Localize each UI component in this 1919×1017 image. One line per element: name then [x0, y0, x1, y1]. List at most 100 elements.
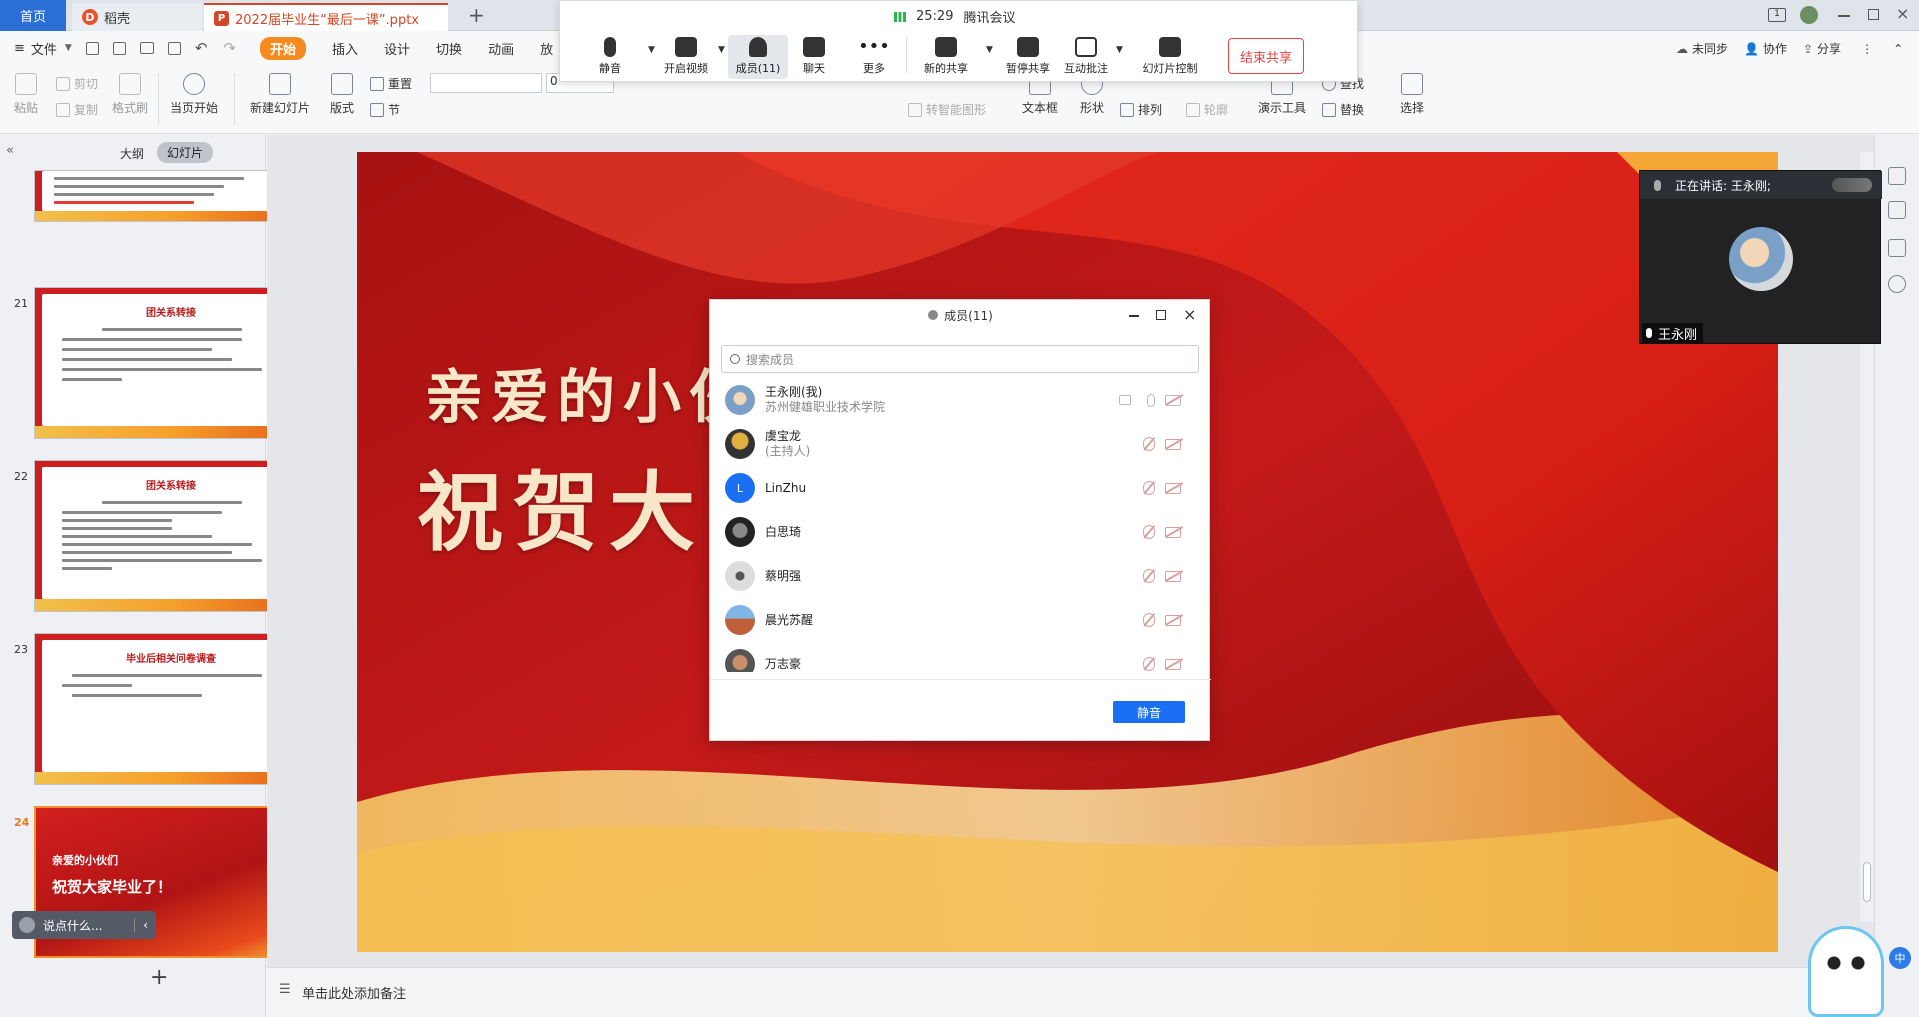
member-row[interactable]: L LinZhu: [725, 466, 1195, 510]
notes-placeholder[interactable]: 单击此处添加备注: [302, 983, 406, 1002]
close-icon[interactable]: ×: [1183, 305, 1196, 324]
save-icon[interactable]: [85, 41, 99, 55]
cut-button[interactable]: 剪切: [56, 75, 98, 92]
collab-button[interactable]: 协作: [1763, 40, 1787, 57]
camera-off-icon[interactable]: [1165, 659, 1181, 670]
select-button[interactable]: 选择: [1394, 73, 1430, 116]
menu-design[interactable]: 设计: [384, 39, 410, 58]
menu-home[interactable]: 开始: [260, 36, 307, 60]
annotate-button[interactable]: 互动批注: [1056, 37, 1116, 76]
end-share-button[interactable]: 结束共享: [1228, 38, 1304, 74]
new-tab-button[interactable]: +: [468, 3, 485, 27]
help-icon[interactable]: [1888, 275, 1906, 293]
camera-off-icon[interactable]: [1165, 438, 1181, 450]
menu-file[interactable]: 文件: [31, 39, 57, 58]
star-icon[interactable]: [1888, 201, 1906, 219]
emoji-icon[interactable]: [19, 917, 35, 933]
microphone-muted-icon[interactable]: [1143, 481, 1155, 495]
members-button[interactable]: 成员(11): [728, 35, 788, 79]
arrange-button[interactable]: 排列: [1120, 101, 1162, 118]
chat-button[interactable]: 聊天: [784, 37, 844, 76]
chevron-down-icon[interactable]: ▼: [986, 45, 993, 55]
paste-button[interactable]: 粘贴: [8, 73, 44, 116]
copy-icon[interactable]: [1888, 239, 1906, 257]
add-slide-button[interactable]: +: [150, 965, 168, 990]
camera-off-icon[interactable]: [1165, 394, 1181, 406]
format-painter-button[interactable]: 格式刷: [108, 73, 152, 116]
chevron-down-icon[interactable]: ▼: [1116, 45, 1123, 55]
microphone-muted-icon[interactable]: [1143, 657, 1155, 671]
collapse-panel-icon[interactable]: «: [6, 143, 14, 158]
speaker-video-panel[interactable]: 正在讲话: 王永刚; 王永刚: [1639, 170, 1882, 344]
layout-button[interactable]: 版式: [324, 73, 360, 116]
menu-slideshow[interactable]: 放: [540, 39, 553, 58]
chevron-left-icon[interactable]: ‹: [134, 918, 148, 932]
mute-all-button[interactable]: 静音: [1113, 701, 1185, 723]
minimize-icon[interactable]: [1838, 15, 1850, 17]
tab-outline[interactable]: 大纲: [120, 145, 144, 162]
tab-daoke[interactable]: D 稻壳: [72, 3, 202, 31]
scroll-thumb[interactable]: [1863, 862, 1871, 902]
menu-animation[interactable]: 动画: [488, 39, 514, 58]
camera-off-icon[interactable]: [1165, 614, 1181, 626]
tab-pptx-file[interactable]: P 2022届毕业生“最后一课”.pptx: [204, 3, 448, 31]
tab-home[interactable]: 首页: [0, 0, 66, 31]
camera-off-icon[interactable]: [1165, 526, 1181, 538]
member-row[interactable]: 万志豪: [725, 642, 1195, 672]
copy-button[interactable]: 复制: [56, 101, 98, 118]
member-row[interactable]: 虞宝龙 (主持人): [725, 422, 1195, 466]
maximize-icon[interactable]: [1156, 310, 1166, 320]
ime-indicator[interactable]: 中: [1889, 947, 1911, 969]
chevron-down-icon[interactable]: ▼: [718, 45, 725, 55]
outline-button[interactable]: 轮廓: [1186, 101, 1228, 118]
search-input[interactable]: 搜索成员: [721, 345, 1199, 373]
microphone-muted-icon[interactable]: [1143, 437, 1155, 451]
minimize-icon[interactable]: [1129, 315, 1139, 317]
camera-off-icon[interactable]: [1165, 482, 1181, 494]
chevron-down-icon[interactable]: ▼: [648, 45, 655, 55]
slide-control-button[interactable]: 幻灯片控制: [1128, 37, 1212, 76]
member-row[interactable]: 晨光苏醒: [725, 598, 1195, 642]
microphone-muted-icon[interactable]: [1143, 569, 1155, 583]
member-row[interactable]: 王永刚(我) 苏州健雄职业技术学院: [725, 378, 1195, 422]
panda-mascot-icon[interactable]: [1808, 926, 1884, 1017]
start-video-button[interactable]: 开启视频: [656, 37, 716, 76]
mute-button[interactable]: 静音: [580, 37, 640, 76]
menu-transition[interactable]: 切换: [436, 39, 462, 58]
sync-status[interactable]: 未同步: [1692, 40, 1728, 57]
section-button[interactable]: 节: [370, 101, 400, 118]
play-from-current-button[interactable]: 当页开始: [164, 73, 224, 116]
user-avatar[interactable]: [1800, 6, 1818, 24]
undo-icon[interactable]: ↶: [195, 39, 208, 57]
new-slide-button[interactable]: 新建幻灯片: [244, 73, 316, 116]
comment-input[interactable]: 说点什么...: [43, 917, 102, 934]
tab-slides[interactable]: 幻灯片: [157, 142, 214, 163]
microphone-muted-icon[interactable]: [1143, 525, 1155, 539]
print-preview-icon[interactable]: [167, 41, 181, 55]
camera-off-icon[interactable]: [1165, 570, 1181, 582]
convert-smartart-button[interactable]: 转智能图形: [908, 101, 986, 118]
font-name-select[interactable]: [430, 73, 542, 93]
more-vertical-icon[interactable]: ⋮: [1861, 42, 1873, 56]
hamburger-icon[interactable]: ≡: [14, 41, 25, 56]
property-icon[interactable]: [1888, 167, 1906, 185]
share-button[interactable]: 分享: [1817, 40, 1841, 57]
export-icon[interactable]: [112, 41, 126, 55]
new-share-button[interactable]: 新的共享: [916, 37, 976, 76]
microphone-icon[interactable]: [1147, 393, 1155, 407]
member-row[interactable]: 白思琦: [725, 510, 1195, 554]
reset-button[interactable]: 重置: [370, 75, 412, 92]
print-icon[interactable]: [139, 42, 154, 54]
collapse-ribbon-icon[interactable]: ⌃: [1893, 42, 1903, 56]
menu-insert[interactable]: 插入: [332, 39, 358, 58]
comment-bar[interactable]: 说点什么... ‹: [12, 911, 156, 939]
close-icon[interactable]: ×: [1896, 4, 1909, 23]
restore-icon[interactable]: [1868, 9, 1879, 20]
member-row[interactable]: 蔡明强: [725, 554, 1195, 598]
pause-share-button[interactable]: 暂停共享: [998, 37, 1058, 76]
microphone-muted-icon[interactable]: [1143, 613, 1155, 627]
more-button[interactable]: ••• 更多: [844, 37, 904, 76]
window-number-icon[interactable]: 1: [1768, 8, 1786, 22]
redo-icon[interactable]: ↷: [223, 39, 236, 57]
replace-button[interactable]: 替换: [1322, 101, 1364, 118]
